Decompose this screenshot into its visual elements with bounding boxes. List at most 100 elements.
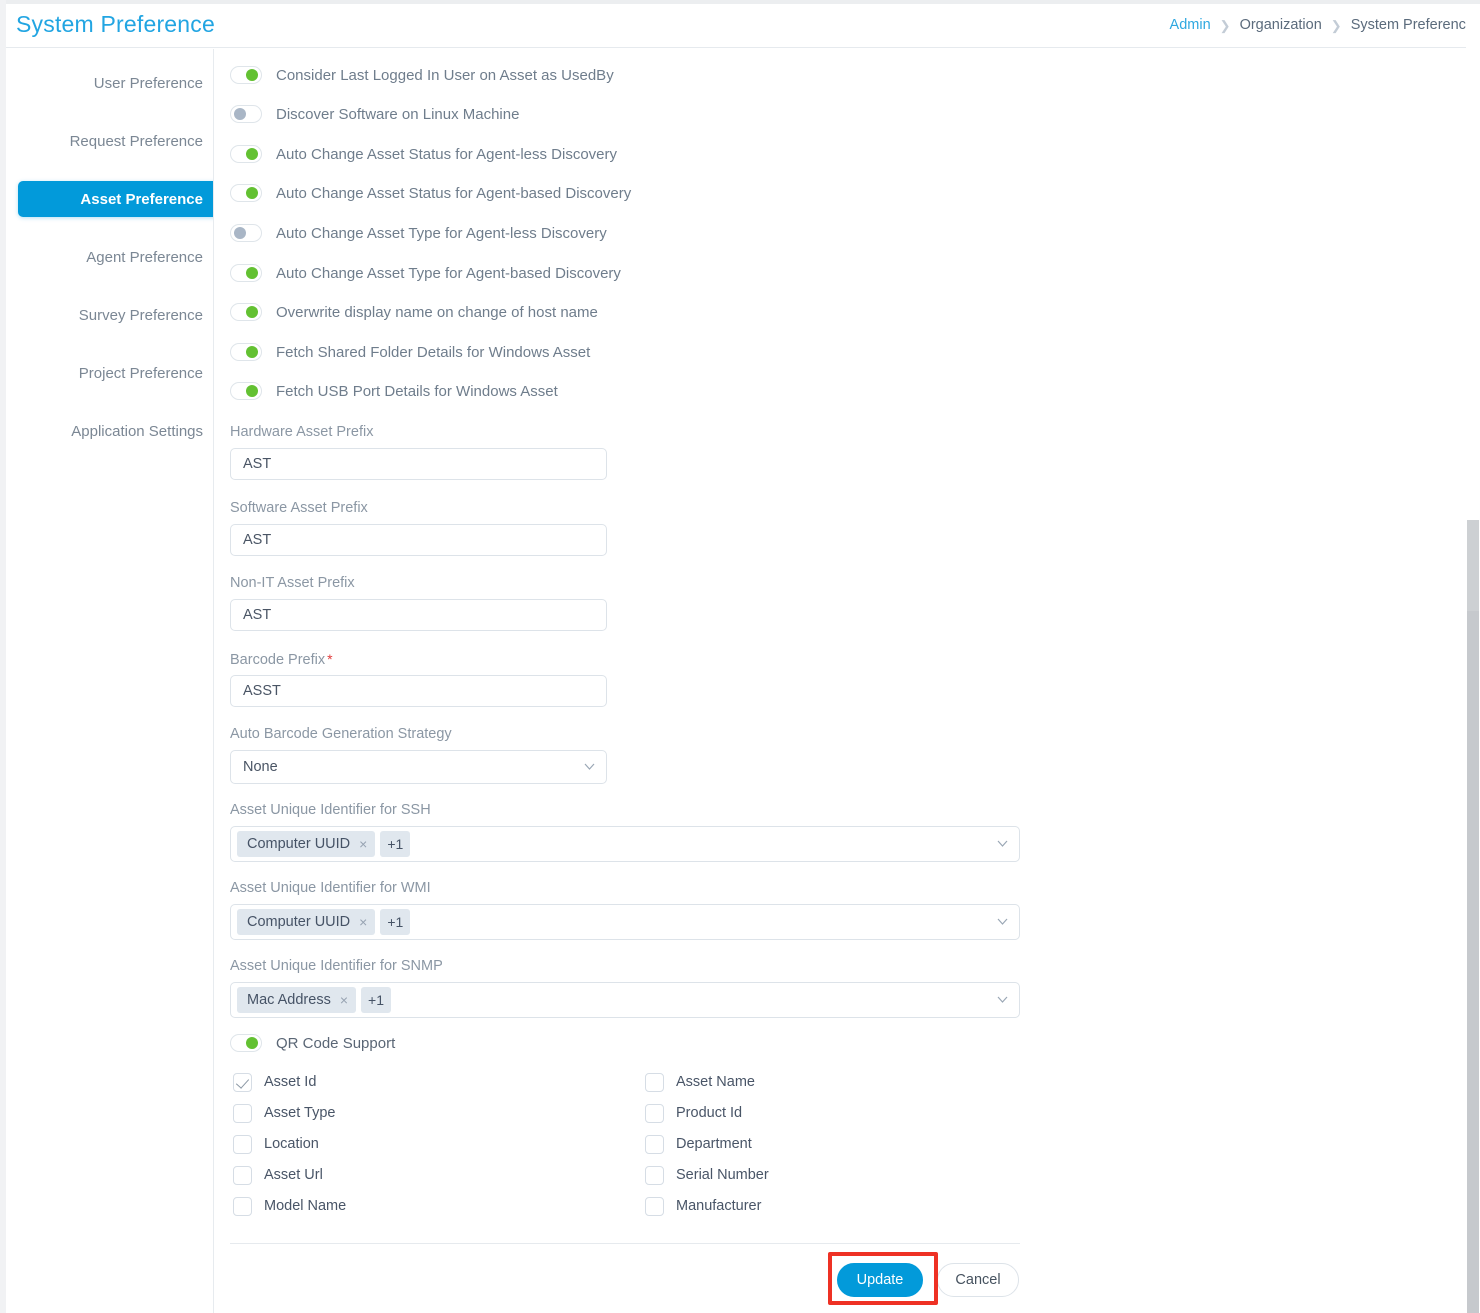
toggle-label: Auto Change Asset Status for Agent-based… bbox=[276, 184, 632, 202]
chip-remove-icon[interactable]: × bbox=[359, 837, 367, 851]
required-asterisk-icon: * bbox=[327, 651, 333, 667]
cancel-button[interactable]: Cancel bbox=[937, 1263, 1019, 1297]
field-label-unique-identifier-wmi: Asset Unique Identifier for WMI bbox=[230, 880, 431, 896]
toggle-switch-auto-change-status-agentbased[interactable] bbox=[230, 184, 262, 202]
toggle-knob-icon bbox=[246, 148, 258, 160]
toggle-switch-auto-change-type-agentless[interactable] bbox=[230, 224, 262, 242]
toggle-knob-icon bbox=[246, 385, 258, 397]
toggle-switch-auto-change-status-agentless[interactable] bbox=[230, 145, 262, 163]
field-label-barcode-prefix: Barcode Prefix * bbox=[230, 651, 333, 668]
breadcrumb-item-admin[interactable]: Admin bbox=[1170, 17, 1211, 33]
sidebar-item-label: Request Preference bbox=[69, 132, 203, 150]
field-label-software-asset-prefix: Software Asset Prefix bbox=[230, 500, 368, 516]
sidebar-item-request-preference[interactable]: Request Preference bbox=[18, 123, 220, 159]
vertical-scrollbar-thumb[interactable] bbox=[1467, 520, 1479, 1313]
toggle-row-auto-change-type-agentbased[interactable]: Auto Change Asset Type for Agent-based D… bbox=[230, 262, 621, 284]
chip-overflow-count[interactable]: +1 bbox=[380, 909, 411, 935]
chip-overflow-count[interactable]: +1 bbox=[361, 987, 391, 1013]
checkbox-label: Model Name bbox=[264, 1198, 347, 1214]
unique-identifier-snmp-select[interactable]: Mac Address × +1 bbox=[230, 982, 1020, 1018]
checkbox-row-department[interactable]: Department bbox=[645, 1133, 752, 1155]
checkbox-asset-url[interactable] bbox=[233, 1165, 252, 1185]
toggle-row-qr-code-support[interactable]: QR Code Support bbox=[230, 1032, 395, 1054]
non-it-asset-prefix-input[interactable] bbox=[230, 599, 607, 631]
sidebar-item-user-preference[interactable]: User Preference bbox=[18, 65, 220, 101]
toggle-row-consider-last-logged-in-user[interactable]: Consider Last Logged In User on Asset as… bbox=[230, 64, 614, 86]
checkbox-row-manufacturer[interactable]: Manufacturer bbox=[645, 1195, 761, 1217]
toggle-switch-fetch-usb-port[interactable] bbox=[230, 382, 262, 400]
field-label-hardware-asset-prefix: Hardware Asset Prefix bbox=[230, 424, 374, 440]
update-button[interactable]: Update bbox=[837, 1263, 923, 1297]
checkbox-model-name[interactable] bbox=[233, 1196, 252, 1216]
checkbox-row-location[interactable]: Location bbox=[233, 1133, 319, 1155]
checkbox-manufacturer[interactable] bbox=[645, 1196, 664, 1216]
checkbox-row-asset-url[interactable]: Asset Url bbox=[233, 1164, 323, 1186]
toggle-switch-discover-software-linux[interactable] bbox=[230, 105, 262, 123]
toggle-row-fetch-usb-port[interactable]: Fetch USB Port Details for Windows Asset bbox=[230, 380, 558, 402]
toggle-switch-fetch-shared-folder[interactable] bbox=[230, 343, 262, 361]
field-label-unique-identifier-snmp: Asset Unique Identifier for SNMP bbox=[230, 958, 443, 974]
checkbox-serial-number[interactable] bbox=[645, 1165, 664, 1185]
software-asset-prefix-input[interactable] bbox=[230, 524, 607, 556]
vertical-scrollbar-thumb-top-segment[interactable] bbox=[1467, 520, 1479, 611]
checkbox-row-model-name[interactable]: Model Name bbox=[233, 1195, 346, 1217]
toggle-switch-consider-last-logged-in-user[interactable] bbox=[230, 66, 262, 84]
chip-computer-uuid[interactable]: Computer UUID × bbox=[237, 831, 376, 857]
sidebar-item-asset-preference[interactable]: Asset Preference bbox=[18, 181, 220, 217]
chip-mac-address[interactable]: Mac Address × bbox=[237, 987, 357, 1013]
field-label-text: Barcode Prefix bbox=[230, 652, 326, 668]
toggle-knob-icon bbox=[246, 1037, 258, 1049]
hardware-asset-prefix-input[interactable] bbox=[230, 448, 607, 480]
checkbox-label: Serial Number bbox=[676, 1167, 769, 1183]
preference-sidebar: User Preference Request Preference Asset… bbox=[6, 49, 220, 1313]
checkbox-label: Product Id bbox=[676, 1105, 743, 1121]
toggle-row-auto-change-status-agentbased[interactable]: Auto Change Asset Status for Agent-based… bbox=[230, 182, 631, 204]
checkbox-row-product-id[interactable]: Product Id bbox=[645, 1102, 742, 1124]
checkbox-row-asset-type[interactable]: Asset Type bbox=[233, 1102, 335, 1124]
toggle-switch-auto-change-type-agentbased[interactable] bbox=[230, 264, 262, 282]
sidebar-item-application-settings[interactable]: Application Settings bbox=[18, 413, 220, 449]
chevron-right-icon: ❯ bbox=[1330, 17, 1342, 33]
toggle-label: Overwrite display name on change of host… bbox=[276, 303, 598, 321]
toggle-knob-icon bbox=[246, 306, 258, 318]
sidebar-item-agent-preference[interactable]: Agent Preference bbox=[18, 239, 220, 275]
chip-remove-icon[interactable]: × bbox=[359, 915, 367, 929]
chevron-down-icon bbox=[584, 763, 595, 770]
checkbox-row-serial-number[interactable]: Serial Number bbox=[645, 1164, 769, 1186]
checkbox-asset-type[interactable] bbox=[233, 1103, 252, 1123]
unique-identifier-wmi-select[interactable]: Computer UUID × +1 bbox=[230, 904, 1020, 940]
checkbox-product-id[interactable] bbox=[645, 1103, 664, 1123]
chevron-down-icon bbox=[997, 840, 1008, 847]
toggle-row-discover-software-linux[interactable]: Discover Software on Linux Machine bbox=[230, 103, 519, 125]
checkbox-department[interactable] bbox=[645, 1134, 664, 1154]
toggle-row-auto-change-status-agentless[interactable]: Auto Change Asset Status for Agent-less … bbox=[230, 143, 617, 165]
toggle-label: Consider Last Logged In User on Asset as… bbox=[276, 66, 614, 84]
toggle-row-overwrite-display-name[interactable]: Overwrite display name on change of host… bbox=[230, 301, 598, 323]
sidebar-item-label: Application Settings bbox=[71, 422, 203, 440]
checkbox-asset-id[interactable] bbox=[233, 1072, 252, 1092]
barcode-prefix-input[interactable] bbox=[230, 675, 607, 707]
chip-computer-uuid[interactable]: Computer UUID × bbox=[237, 909, 376, 935]
sidebar-item-label: Agent Preference bbox=[86, 248, 203, 266]
checkbox-location[interactable] bbox=[233, 1134, 252, 1154]
toggle-switch-overwrite-display-name[interactable] bbox=[230, 303, 262, 321]
checkbox-row-asset-name[interactable]: Asset Name bbox=[645, 1071, 755, 1093]
chip-overflow-count[interactable]: +1 bbox=[380, 831, 411, 857]
checkbox-row-asset-id[interactable]: Asset Id bbox=[233, 1071, 316, 1093]
toggle-row-auto-change-type-agentless[interactable]: Auto Change Asset Type for Agent-less Di… bbox=[230, 222, 607, 244]
checkbox-asset-name[interactable] bbox=[645, 1072, 664, 1092]
chip-remove-icon[interactable]: × bbox=[340, 993, 348, 1007]
sidebar-item-project-preference[interactable]: Project Preference bbox=[18, 355, 220, 391]
auto-barcode-strategy-select[interactable]: None bbox=[230, 750, 607, 784]
checkbox-label: Asset Url bbox=[264, 1167, 323, 1183]
toggle-label: Fetch Shared Folder Details for Windows … bbox=[276, 343, 591, 361]
checkbox-label: Asset Name bbox=[676, 1074, 755, 1090]
checkbox-label: Asset Id bbox=[264, 1074, 317, 1090]
breadcrumb-item-organization[interactable]: Organization bbox=[1240, 17, 1322, 33]
toggle-label: Auto Change Asset Type for Agent-less Di… bbox=[276, 224, 607, 242]
vertical-scrollbar-track[interactable] bbox=[1466, 4, 1480, 1313]
sidebar-item-survey-preference[interactable]: Survey Preference bbox=[18, 297, 220, 333]
unique-identifier-ssh-select[interactable]: Computer UUID × +1 bbox=[230, 826, 1020, 862]
toggle-row-fetch-shared-folder[interactable]: Fetch Shared Folder Details for Windows … bbox=[230, 341, 590, 363]
toggle-switch-qr-code-support[interactable] bbox=[230, 1034, 262, 1052]
